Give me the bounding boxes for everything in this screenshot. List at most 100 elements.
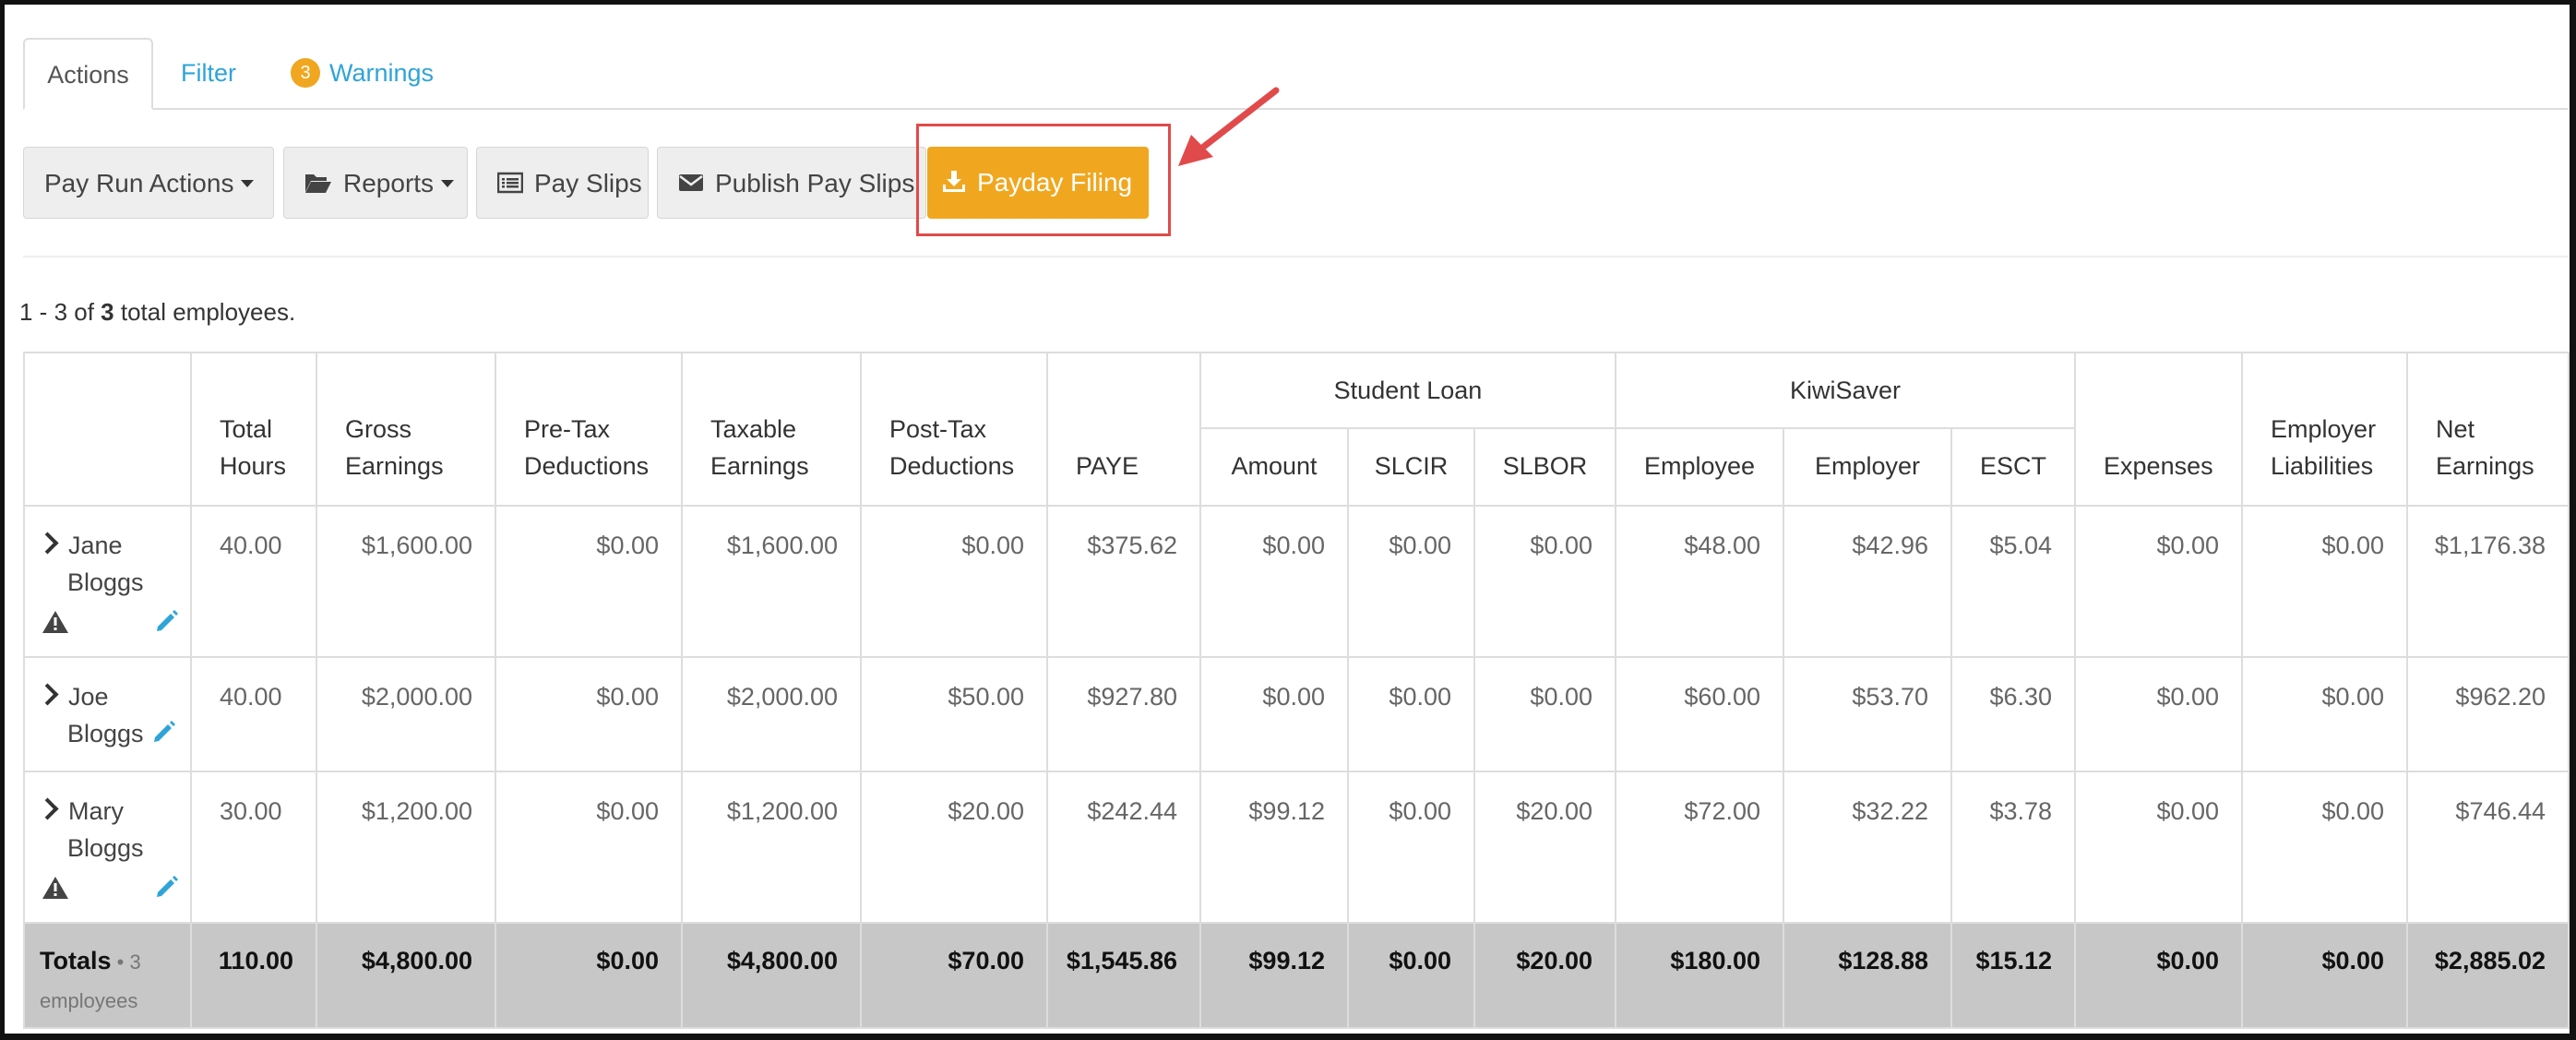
cell-ks-employee: $60.00 <box>1615 656 1784 772</box>
header-taxable-earnings: Taxable Earnings <box>681 352 862 507</box>
tab-warnings-label: Warnings <box>329 59 435 87</box>
cell-post-tax: $20.00 <box>860 771 1048 924</box>
cell-pre-tax: $0.00 <box>495 656 683 772</box>
warning-icon[interactable] <box>42 610 69 634</box>
pay-slips-label: Pay Slips <box>534 169 642 197</box>
total-expenses: $0.00 <box>2074 922 2244 1029</box>
header-employee <box>23 352 192 507</box>
totals-label-cell: Totals • 3 employees <box>23 922 192 1029</box>
header-post-tax-deductions: Post-Tax Deductions <box>860 352 1048 507</box>
publish-pay-slips-button[interactable]: Publish Pay Slips <box>657 147 926 219</box>
tab-actions-label: Actions <box>47 61 129 89</box>
header-ks-employer: Employer <box>1783 427 1952 507</box>
pencil-icon[interactable] <box>151 719 177 745</box>
table-row: Joe Bloggs 40.00 $2,000.00 $0.00 $2,000.… <box>23 656 2570 772</box>
red-arrow-icon <box>1178 87 1280 166</box>
employee-name-cell[interactable]: Jane Bloggs <box>23 505 192 658</box>
header-gross-earnings: Gross Earnings <box>316 352 496 507</box>
cell-employer-liabilities: $0.00 <box>2241 771 2409 924</box>
caret-down-icon <box>441 179 455 187</box>
total-ks-employer: $128.88 <box>1783 922 1952 1029</box>
cell-gross-earnings: $2,000.00 <box>316 656 496 772</box>
cell-gross-earnings: $1,600.00 <box>316 505 496 658</box>
list-icon <box>497 172 523 193</box>
cell-sl-amount: $99.12 <box>1199 771 1349 924</box>
cell-sl-amount: $0.00 <box>1199 656 1349 772</box>
pay-run-actions-button[interactable]: Pay Run Actions <box>23 147 274 219</box>
cell-esct: $3.78 <box>1950 771 2077 924</box>
cell-net-earnings: $746.44 <box>2406 771 2570 924</box>
cell-gross-earnings: $1,200.00 <box>316 771 496 924</box>
cell-ks-employer: $53.70 <box>1783 656 1952 772</box>
cell-taxable: $1,200.00 <box>681 771 862 924</box>
total-paye: $1,545.86 <box>1046 922 1201 1029</box>
tab-bar: Actions Filter 3 Warnings <box>23 38 2568 110</box>
header-slcir: SLCIR <box>1347 427 1475 507</box>
envelope-icon <box>679 173 703 191</box>
employee-last-name: Bloggs <box>67 720 144 747</box>
header-employer-liabilities: Employer Liabilities <box>2241 352 2409 507</box>
chevron-right-icon[interactable] <box>36 683 59 706</box>
cell-paye: $927.80 <box>1046 656 1201 772</box>
employee-name-cell[interactable]: Mary Bloggs <box>23 771 192 924</box>
cell-net-earnings: $1,176.38 <box>2406 505 2570 658</box>
chevron-right-icon[interactable] <box>36 532 59 555</box>
employee-last-name: Bloggs <box>67 568 144 596</box>
header-expenses: Expenses <box>2074 352 2244 507</box>
pencil-icon[interactable] <box>154 608 180 634</box>
employee-name-cell[interactable]: Joe Bloggs <box>23 656 192 772</box>
cell-pre-tax: $0.00 <box>495 771 683 924</box>
cell-post-tax: $0.00 <box>860 505 1048 658</box>
header-ks-employee: Employee <box>1615 427 1784 507</box>
employee-first-name: Mary <box>68 797 124 825</box>
cell-post-tax: $50.00 <box>860 656 1048 772</box>
summary-total: 3 <box>101 298 114 326</box>
pay-slips-button[interactable]: Pay Slips <box>476 147 649 219</box>
total-net-earnings: $2,885.02 <box>2406 922 2570 1029</box>
header-sl-amount: Amount <box>1199 427 1349 507</box>
pay-run-actions-label: Pay Run Actions <box>44 169 234 197</box>
total-pre-tax: $0.00 <box>495 922 683 1029</box>
total-post-tax: $70.00 <box>860 922 1048 1029</box>
cell-taxable: $1,600.00 <box>681 505 862 658</box>
chevron-right-icon[interactable] <box>36 797 59 820</box>
header-slbor: SLBOR <box>1473 427 1616 507</box>
header-student-loan: Student Loan <box>1199 352 1616 429</box>
tab-filter[interactable]: Filter <box>181 38 236 108</box>
cell-ks-employer: $32.22 <box>1783 771 1952 924</box>
cell-expenses: $0.00 <box>2074 505 2244 658</box>
total-sl-amount: $99.12 <box>1199 922 1349 1029</box>
tab-warnings[interactable]: 3 Warnings <box>291 38 434 108</box>
totals-row: Totals • 3 employees 110.00 $4,800.00 $0… <box>23 922 2570 1029</box>
cell-esct: $5.04 <box>1950 505 2077 658</box>
cell-ks-employee: $48.00 <box>1615 505 1784 658</box>
cell-total-hours: 40.00 <box>190 505 317 658</box>
total-employer-liabilities: $0.00 <box>2241 922 2409 1029</box>
total-esct: $15.12 <box>1950 922 2077 1029</box>
total-gross-earnings: $4,800.00 <box>316 922 496 1029</box>
cell-slcir: $0.00 <box>1347 656 1475 772</box>
cell-slcir: $0.00 <box>1347 505 1475 658</box>
totals-label: Totals <box>40 947 112 974</box>
toolbar-divider <box>23 256 2568 257</box>
pay-run-table: Total Hours Gross Earnings Pre-Tax Deductio… <box>23 352 2570 1029</box>
warning-icon[interactable] <box>42 876 69 900</box>
cell-pre-tax: $0.00 <box>495 505 683 658</box>
cell-paye: $375.62 <box>1046 505 1201 658</box>
pencil-icon[interactable] <box>154 874 180 900</box>
reports-button[interactable]: Reports <box>283 147 468 219</box>
cell-expenses: $0.00 <box>2074 771 2244 924</box>
employee-first-name: Jane <box>68 532 123 559</box>
cell-slcir: $0.00 <box>1347 771 1475 924</box>
reports-label: Reports <box>343 169 435 197</box>
cell-total-hours: 40.00 <box>190 656 317 772</box>
employee-last-name: Bloggs <box>67 834 144 862</box>
cell-ks-employee: $72.00 <box>1615 771 1784 924</box>
payday-filing-button[interactable]: Payday Filing <box>927 147 1149 219</box>
payday-filing-label: Payday Filing <box>977 168 1133 197</box>
tab-actions[interactable]: Actions <box>23 38 153 110</box>
caret-down-icon <box>241 179 255 187</box>
summary-suffix: total employees. <box>113 298 296 326</box>
header-total-hours: Total Hours <box>190 352 317 507</box>
table-row: Mary Bloggs 30.00 $1,200.00 $0.00 $1,200… <box>23 771 2570 924</box>
